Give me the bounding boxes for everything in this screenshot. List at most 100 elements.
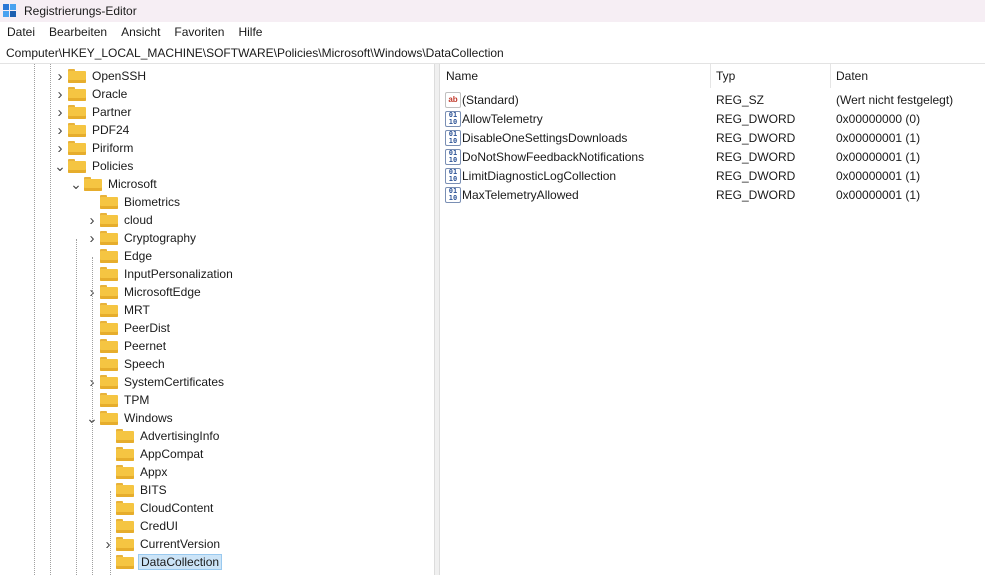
value-name: DisableOneSettingsDownloads [462, 130, 628, 145]
tree-item[interactable]: InputPersonalization [86, 265, 235, 283]
address-bar[interactable]: Computer\HKEY_LOCAL_MACHINE\SOFTWARE\Pol… [0, 43, 985, 64]
tree-item-label: CurrentVersion [140, 537, 221, 551]
value-name: AllowTelemetry [462, 111, 543, 126]
tree-item[interactable]: BITS [102, 481, 169, 499]
tree-item[interactable]: CloudContent [102, 499, 215, 517]
tree-item[interactable]: › cloud [86, 211, 155, 229]
menu-bearbeiten[interactable]: Bearbeiten [42, 25, 114, 39]
tree-item[interactable]: Edge [86, 247, 154, 265]
address-path[interactable]: Computer\HKEY_LOCAL_MACHINE\SOFTWARE\Pol… [0, 46, 504, 60]
chevron-right-icon[interactable]: › [54, 103, 66, 121]
value-name: (Standard) [462, 92, 519, 107]
value-type: REG_DWORD [716, 111, 796, 126]
value-row[interactable]: 01 10 LimitDiagnosticLogCollection REG_DWOR… [440, 166, 985, 185]
tree-item[interactable]: › CurrentVersion [102, 535, 222, 553]
tree-guide-line [110, 491, 111, 575]
tree-item-label: DataCollection [138, 554, 223, 570]
chevron-down-icon[interactable]: ⌄ [70, 175, 82, 193]
tree-item[interactable]: Appx [102, 463, 169, 481]
tree-item[interactable]: AdvertisingInfo [102, 427, 221, 445]
chevron-right-icon[interactable]: › [54, 139, 66, 157]
tree-item[interactable]: › SystemCertificates [86, 373, 226, 391]
tree-item[interactable]: › MicrosoftEdge [86, 283, 203, 301]
chevron-right-icon[interactable]: › [86, 211, 98, 229]
tree-item[interactable]: Peernet [86, 337, 168, 355]
chevron-right-icon[interactable]: › [102, 535, 114, 553]
value-name: LimitDiagnosticLogCollection [462, 168, 617, 183]
tree-item[interactable]: Biometrics [86, 193, 182, 211]
folder-icon [84, 177, 102, 191]
tree-item[interactable]: ⌄ Windows [86, 409, 175, 427]
value-name: MaxTelemetryAllowed [462, 187, 579, 202]
folder-icon [100, 321, 118, 335]
value-row[interactable]: 01 10 DisableOneSettingsDownloads REG_DWORD… [440, 128, 985, 147]
folder-icon [116, 429, 134, 443]
tree-item-label: TPM [124, 393, 150, 407]
tree-item[interactable]: DataCollection [102, 553, 223, 571]
value-type: REG_SZ [716, 92, 765, 107]
tree-item-label: Microsoft [108, 177, 157, 191]
tree-item[interactable]: CredUI [102, 517, 180, 535]
column-data-label: Daten [836, 69, 869, 83]
tree-item[interactable]: › Cryptography [86, 229, 198, 247]
column-separator[interactable] [830, 64, 831, 88]
tree-item-label: MicrosoftEdge [124, 285, 201, 299]
tree-item[interactable]: AppCompat [102, 445, 205, 463]
menu-favoriten[interactable]: Favoriten [167, 25, 231, 39]
value-row[interactable]: 01 10 DoNotShowFeedbackNotifications REG_DW… [440, 147, 985, 166]
tree-guide-line [34, 64, 35, 575]
tree-connector [102, 517, 114, 535]
tree-guide-line [76, 239, 77, 575]
tree-item[interactable]: ⌄ Policies [54, 157, 135, 175]
tree-item-label: Cryptography [124, 231, 197, 245]
tree-item[interactable]: MRT [86, 301, 152, 319]
chevron-down-icon[interactable]: ⌄ [54, 157, 66, 175]
tree-item-label: Appx [140, 465, 168, 479]
tree-item[interactable]: › PDF24 [54, 121, 131, 139]
menu-datei[interactable]: Datei [0, 25, 42, 39]
tree-item-label: OpenSSH [92, 69, 147, 83]
value-type: REG_DWORD [716, 149, 796, 164]
binary-value-icon: 01 10 [445, 148, 461, 165]
folder-icon [116, 483, 134, 497]
tree-item[interactable]: PeerDist [86, 319, 172, 337]
values-list[interactable]: Name Typ Daten ab (Standard) REG_SZ (Wert n… [440, 64, 985, 575]
tree-item[interactable]: › OpenSSH [54, 67, 148, 85]
value-type: REG_DWORD [716, 168, 796, 183]
tree-connector [102, 499, 114, 517]
chevron-right-icon[interactable]: › [54, 67, 66, 85]
value-type: REG_DWORD [716, 130, 796, 145]
column-separator[interactable] [710, 64, 711, 88]
value-row[interactable]: 01 10 MaxTelemetryAllowed REG_DWORD 0x000000… [440, 185, 985, 204]
value-row[interactable]: 01 10 AllowTelemetry REG_DWORD 0x00000000 (0… [440, 109, 985, 128]
tree-item[interactable]: › Piriform [54, 139, 135, 157]
menu-ansicht[interactable]: Ansicht [114, 25, 167, 39]
tree-item[interactable]: ⌄ Microsoft [70, 175, 159, 193]
folder-icon [100, 195, 118, 209]
chevron-right-icon[interactable]: › [54, 121, 66, 139]
folder-icon [116, 519, 134, 533]
chevron-right-icon[interactable]: › [86, 229, 98, 247]
folder-icon [100, 393, 118, 407]
title-bar: Registrierungs-Editor [0, 0, 985, 22]
tree-item-label: Piriform [92, 141, 134, 155]
tree-item[interactable]: Speech [86, 355, 167, 373]
chevron-right-icon[interactable]: › [54, 85, 66, 103]
value-row[interactable]: ab (Standard) REG_SZ (Wert nicht festgelegt… [440, 90, 985, 109]
column-header-type[interactable]: Typ [716, 64, 830, 88]
folder-icon [68, 69, 86, 83]
tree-item[interactable]: › Oracle [54, 85, 129, 103]
tree-item-label: Policies [92, 159, 134, 173]
tree-item[interactable]: TPM [86, 391, 151, 409]
binary-value-icon: 01 10 [445, 186, 461, 203]
column-header-name[interactable]: Name [446, 64, 710, 88]
window-title: Registrierungs-Editor [24, 4, 137, 18]
tree-connector [102, 463, 114, 481]
tree-item-label: CredUI [140, 519, 179, 533]
value-data: 0x00000001 (1) [836, 187, 921, 202]
column-header-data[interactable]: Daten [836, 64, 976, 88]
folder-icon [68, 159, 86, 173]
key-tree[interactable]: › OpenSSH › Oracle › Partner › PDF24 › Piriform ⌄ P… [0, 64, 435, 575]
menu-hilfe[interactable]: Hilfe [231, 25, 269, 39]
tree-item[interactable]: › Partner [54, 103, 133, 121]
